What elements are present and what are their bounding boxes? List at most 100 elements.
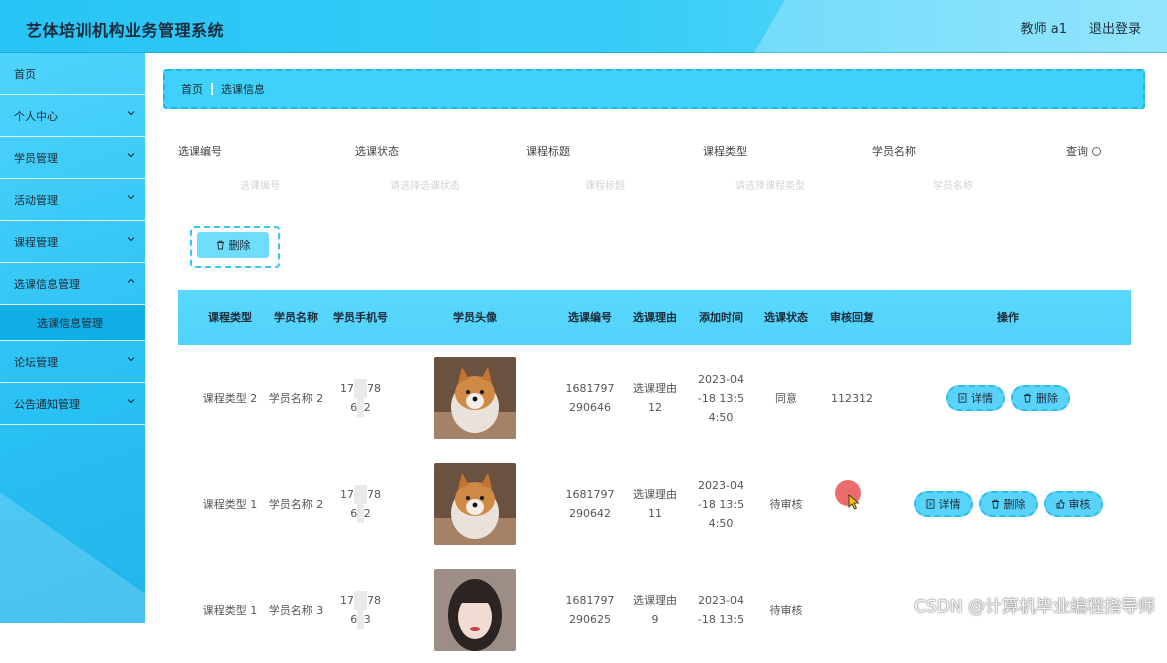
breadcrumb-home[interactable]: 首页 — [181, 81, 203, 97]
sidebar-item-activities[interactable]: 活动管理 — [0, 179, 145, 221]
th-student-phone: 学员手机号 — [333, 290, 388, 345]
current-user[interactable]: 教师 a1 — [1021, 18, 1067, 37]
time-part: 2023-04 — [698, 594, 744, 607]
id-part: 290625 — [569, 613, 611, 626]
cell-added-time: 2023-04 -18 13:5 — [691, 557, 751, 663]
th-student-name: 学员名称 — [266, 290, 326, 345]
filter-select-type[interactable]: 请选择课程类型 — [735, 177, 805, 192]
filter-label-status: 选课状态 — [355, 143, 399, 159]
phone-part: 2 — [364, 401, 371, 414]
reason-part: 选课理由 — [633, 382, 677, 395]
cell-student-phone: 17xx786x2 — [333, 345, 388, 451]
search-icon — [1092, 147, 1101, 156]
sidebar-item-announcements[interactable]: 公告通知管理 — [0, 383, 145, 425]
person-avatar-image — [434, 569, 516, 651]
cell-student-name: 学员名称 2 — [266, 451, 326, 557]
sidebar-subitem-enrollment-info[interactable]: 选课信息管理 — [0, 305, 145, 341]
app-title: 艺体培训机构业务管理系统 — [26, 17, 224, 41]
sidebar-item-label: 首页 — [14, 66, 36, 82]
phone-part: 6 — [350, 401, 357, 414]
cell-student-phone: 17xx786x3 — [333, 557, 388, 663]
sidebar-item-label: 活动管理 — [14, 192, 58, 208]
sidebar-item-home[interactable]: 首页 — [0, 53, 145, 95]
filter-input-id[interactable]: 选课编号 — [240, 177, 280, 192]
phone-part: 3 — [364, 613, 371, 626]
phone-part: 78 — [367, 382, 381, 395]
chevron-down-icon — [127, 355, 135, 363]
table-row: 课程类型 1 学员名称 2 17xx786x2 1681797290642 选课… — [178, 451, 1131, 557]
trash-icon — [991, 499, 1000, 509]
cell-enrollment-id: 1681797290625 — [560, 557, 620, 663]
details-label: 详情 — [971, 389, 993, 408]
filter-labels: 选课编号 选课状态 课程标题 课程类型 学员名称 查询 — [145, 143, 1167, 163]
time-part: -18 13:5 — [698, 613, 744, 626]
cell-student-name: 学员名称 2 — [266, 345, 326, 451]
sidebar-item-label: 选课信息管理 — [14, 276, 80, 292]
cell-course-type: 课程类型 1 — [196, 451, 264, 557]
review-label: 审核 — [1069, 495, 1091, 514]
phone-part: 17 — [340, 488, 354, 501]
filter-select-status[interactable]: 请选择选课状态 — [390, 177, 460, 192]
phone-part: 6 — [350, 613, 357, 626]
details-label: 详情 — [939, 495, 961, 514]
cell-student-phone: 17xx786x2 — [333, 451, 388, 557]
id-part: 1681797 — [566, 488, 615, 501]
time-part: 2023-04 — [698, 373, 744, 386]
filter-label-student: 学员名称 — [872, 143, 916, 159]
sidebar-item-courses[interactable]: 课程管理 — [0, 221, 145, 263]
time-part: 4:50 — [709, 411, 734, 424]
logout-link[interactable]: 退出登录 — [1089, 18, 1141, 37]
filter-input-title[interactable]: 课程标题 — [585, 177, 625, 192]
sidebar-item-label: 个人中心 — [14, 108, 58, 124]
phone-part: 17 — [340, 594, 354, 607]
chevron-down-icon — [127, 151, 135, 159]
time-part: 4:50 — [709, 517, 734, 530]
sidebar-item-label: 公告通知管理 — [14, 396, 80, 412]
cell-enrollment-id: 1681797290646 — [560, 345, 620, 451]
filter-inputs: 选课编号 请选择选课状态 课程标题 请选择课程类型 学员名称 — [145, 177, 1167, 193]
chevron-up-icon — [127, 277, 135, 285]
th-status: 选课状态 — [758, 290, 814, 345]
th-review-reply: 审核回复 — [822, 290, 882, 345]
cell-student-name: 学员名称 3 — [266, 557, 326, 663]
details-button[interactable]: 详情 — [914, 491, 973, 517]
delete-label: 删除 — [1036, 389, 1058, 408]
sidebar-item-label: 学员管理 — [14, 150, 58, 166]
sidebar-item-students[interactable]: 学员管理 — [0, 137, 145, 179]
filter-label-id: 选课编号 — [178, 143, 222, 159]
document-icon — [958, 393, 967, 403]
chevron-down-icon — [127, 193, 135, 201]
watermark: CSDN @计算机毕业编程指导师 — [914, 592, 1155, 617]
cell-reason: 选课理由11 — [625, 451, 685, 557]
phone-part: 78 — [367, 594, 381, 607]
id-part: 1681797 — [566, 382, 615, 395]
sidebar-item-enrollment[interactable]: 选课信息管理 — [0, 263, 145, 305]
delete-label: 删除 — [1004, 495, 1026, 514]
phone-part: 17 — [340, 382, 354, 395]
cell-course-type: 课程类型 1 — [196, 557, 264, 663]
reason-part: 12 — [648, 401, 662, 414]
delete-button[interactable]: 删除 — [1011, 385, 1070, 411]
cell-reason: 选课理由 12 — [625, 345, 685, 451]
th-course-type: 课程类型 — [196, 290, 264, 345]
dog-avatar-image — [434, 357, 516, 439]
delete-button[interactable]: 删除 — [979, 491, 1038, 517]
sidebar-item-forum[interactable]: 论坛管理 — [0, 341, 145, 383]
cell-reason: 选课理由9 — [625, 557, 685, 663]
filter-input-student[interactable]: 学员名称 — [933, 177, 973, 192]
batch-delete-button[interactable]: 删除 — [197, 232, 269, 258]
phone-part: 6 — [350, 507, 357, 520]
reason-part: 9 — [652, 613, 659, 626]
sidebar-subitem-label: 选课信息管理 — [37, 315, 103, 331]
phone-part: 2 — [364, 507, 371, 520]
table-header: 课程类型 学员名称 学员手机号 学员头像 选课编号 选课理由 添加时间 选课状态… — [178, 290, 1131, 345]
details-button[interactable]: 详情 — [946, 385, 1005, 411]
breadcrumb: 首页 选课信息 — [163, 69, 1145, 109]
sidebar-item-profile[interactable]: 个人中心 — [0, 95, 145, 137]
cell-actions: 详情 删除 审核 — [878, 451, 1138, 557]
reason-part: 11 — [648, 507, 662, 520]
search-button[interactable]: 查询 — [1066, 143, 1101, 159]
review-button[interactable]: 审核 — [1044, 491, 1103, 517]
search-label: 查询 — [1066, 145, 1088, 158]
sidebar-item-label: 课程管理 — [14, 234, 58, 250]
